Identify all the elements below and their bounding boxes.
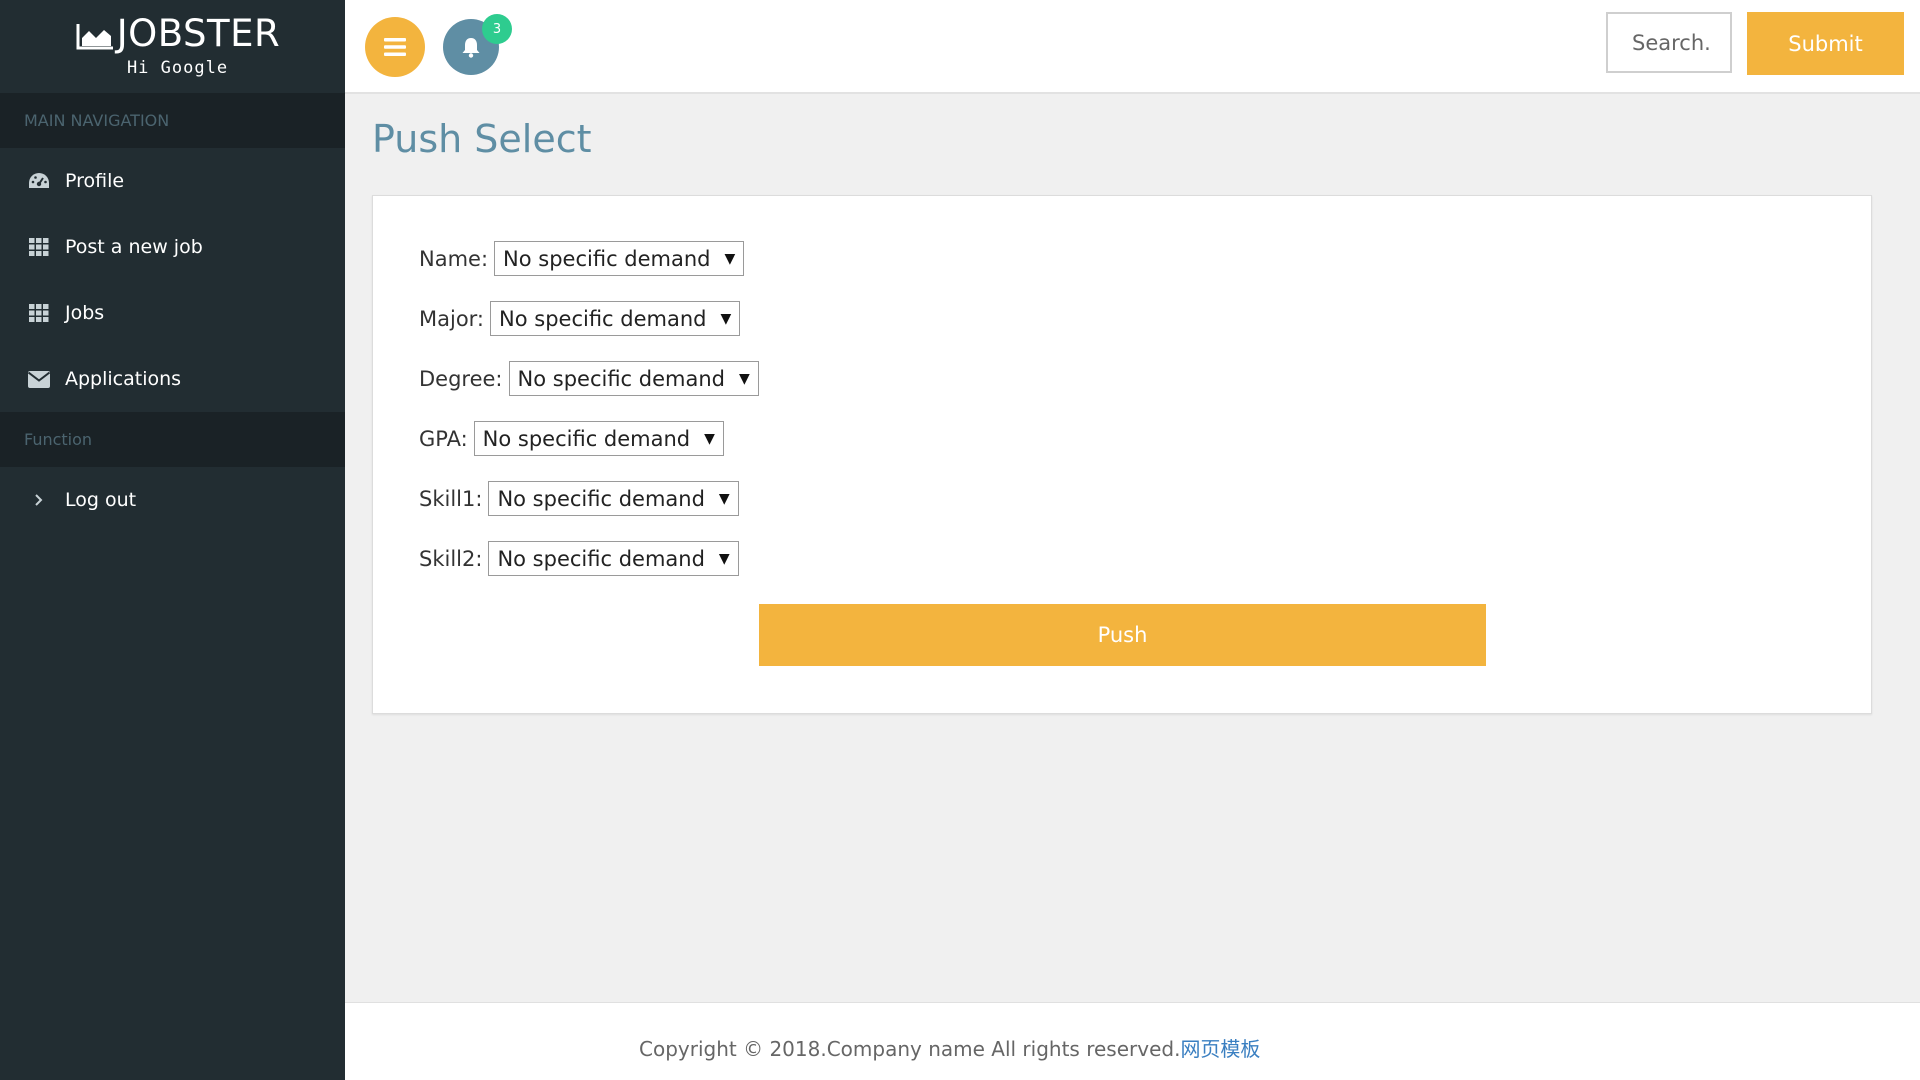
submit-button[interactable]: Submit xyxy=(1747,12,1904,75)
name-label: Name: xyxy=(419,246,489,271)
dashboard-icon xyxy=(28,170,50,192)
grid-icon xyxy=(28,302,50,324)
degree-label: Degree: xyxy=(419,366,503,391)
caret-down-icon: ▼ xyxy=(738,370,750,387)
sidebar: JOBSTER Hi Google MAIN NAVIGATION Profil… xyxy=(0,0,345,1080)
name-select-value: No specific demand xyxy=(503,246,711,271)
footer-link[interactable]: 网页模板 xyxy=(1180,1037,1260,1061)
skill2-select-value: No specific demand xyxy=(497,546,705,571)
degree-select-value: No specific demand xyxy=(517,366,725,391)
page-title: Push Select xyxy=(372,117,592,161)
form-row-degree: Degree: No specific demand ▼ xyxy=(419,361,759,396)
chevron-right-icon xyxy=(28,489,50,511)
name-select[interactable]: No specific demand ▼ xyxy=(494,241,745,276)
sidebar-item-jobs[interactable]: Jobs xyxy=(0,280,345,346)
sidebar-item-post-job[interactable]: Post a new job xyxy=(0,214,345,280)
push-button[interactable]: Push xyxy=(759,604,1486,666)
form-row-skill1: Skill1: No specific demand ▼ xyxy=(419,481,739,516)
gpa-label: GPA: xyxy=(419,426,468,451)
menu-toggle-button[interactable] xyxy=(365,17,425,77)
major-label: Major: xyxy=(419,306,485,331)
sidebar-item-label: Jobs xyxy=(65,302,105,324)
major-select-value: No specific demand xyxy=(499,306,707,331)
brand-name: JOBSTER xyxy=(116,12,281,55)
skill1-select-value: No specific demand xyxy=(497,486,705,511)
push-select-form: Name: No specific demand ▼ Major: No spe… xyxy=(372,195,1872,714)
form-row-major: Major: No specific demand ▼ xyxy=(419,301,741,336)
brand[interactable]: JOBSTER Hi Google xyxy=(0,0,345,93)
caret-down-icon: ▼ xyxy=(718,550,730,567)
top-bar: 3 Submit xyxy=(345,0,1920,94)
bell-icon xyxy=(462,38,480,58)
sidebar-item-applications[interactable]: Applications xyxy=(0,346,345,412)
caret-down-icon: ▼ xyxy=(724,250,736,267)
chart-area-icon xyxy=(76,24,113,50)
skill1-select[interactable]: No specific demand ▼ xyxy=(488,481,739,516)
nav-section-function: Function xyxy=(0,412,345,467)
sidebar-item-label: Applications xyxy=(65,368,182,390)
sidebar-item-logout[interactable]: Log out xyxy=(0,467,345,533)
sidebar-item-label: Log out xyxy=(65,489,137,511)
caret-down-icon: ▼ xyxy=(720,310,732,327)
grid-icon xyxy=(28,236,50,258)
sidebar-item-label: Post a new job xyxy=(65,236,203,258)
envelope-icon xyxy=(28,368,50,390)
copyright-text: Copyright © 2018.Company name All rights… xyxy=(639,1037,1181,1061)
gpa-select[interactable]: No specific demand ▼ xyxy=(473,421,724,456)
skill2-select[interactable]: No specific demand ▼ xyxy=(488,541,739,576)
major-select[interactable]: No specific demand ▼ xyxy=(490,301,741,336)
hamburger-icon xyxy=(384,38,406,56)
user-greeting: Hi Google xyxy=(126,58,229,78)
search-input[interactable] xyxy=(1606,12,1732,73)
form-row-name: Name: No specific demand ▼ xyxy=(419,241,745,276)
skill2-label: Skill2: xyxy=(419,546,483,571)
degree-select[interactable]: No specific demand ▼ xyxy=(508,361,759,396)
gpa-select-value: No specific demand xyxy=(482,426,691,451)
form-row-gpa: GPA: No specific demand ▼ xyxy=(419,421,724,456)
notification-count-badge: 3 xyxy=(482,14,512,44)
caret-down-icon: ▼ xyxy=(718,490,730,507)
sidebar-item-label: Profile xyxy=(65,170,125,192)
nav-section-main: MAIN NAVIGATION xyxy=(0,93,345,148)
form-row-skill2: Skill2: No specific demand ▼ xyxy=(419,541,739,576)
skill1-label: Skill1: xyxy=(419,486,483,511)
footer-text: Copyright © 2018.Company name All rights… xyxy=(639,1033,1260,1062)
footer: Copyright © 2018.Company name All rights… xyxy=(345,1002,1920,1080)
caret-down-icon: ▼ xyxy=(704,430,715,447)
sidebar-item-profile[interactable]: Profile xyxy=(0,148,345,214)
